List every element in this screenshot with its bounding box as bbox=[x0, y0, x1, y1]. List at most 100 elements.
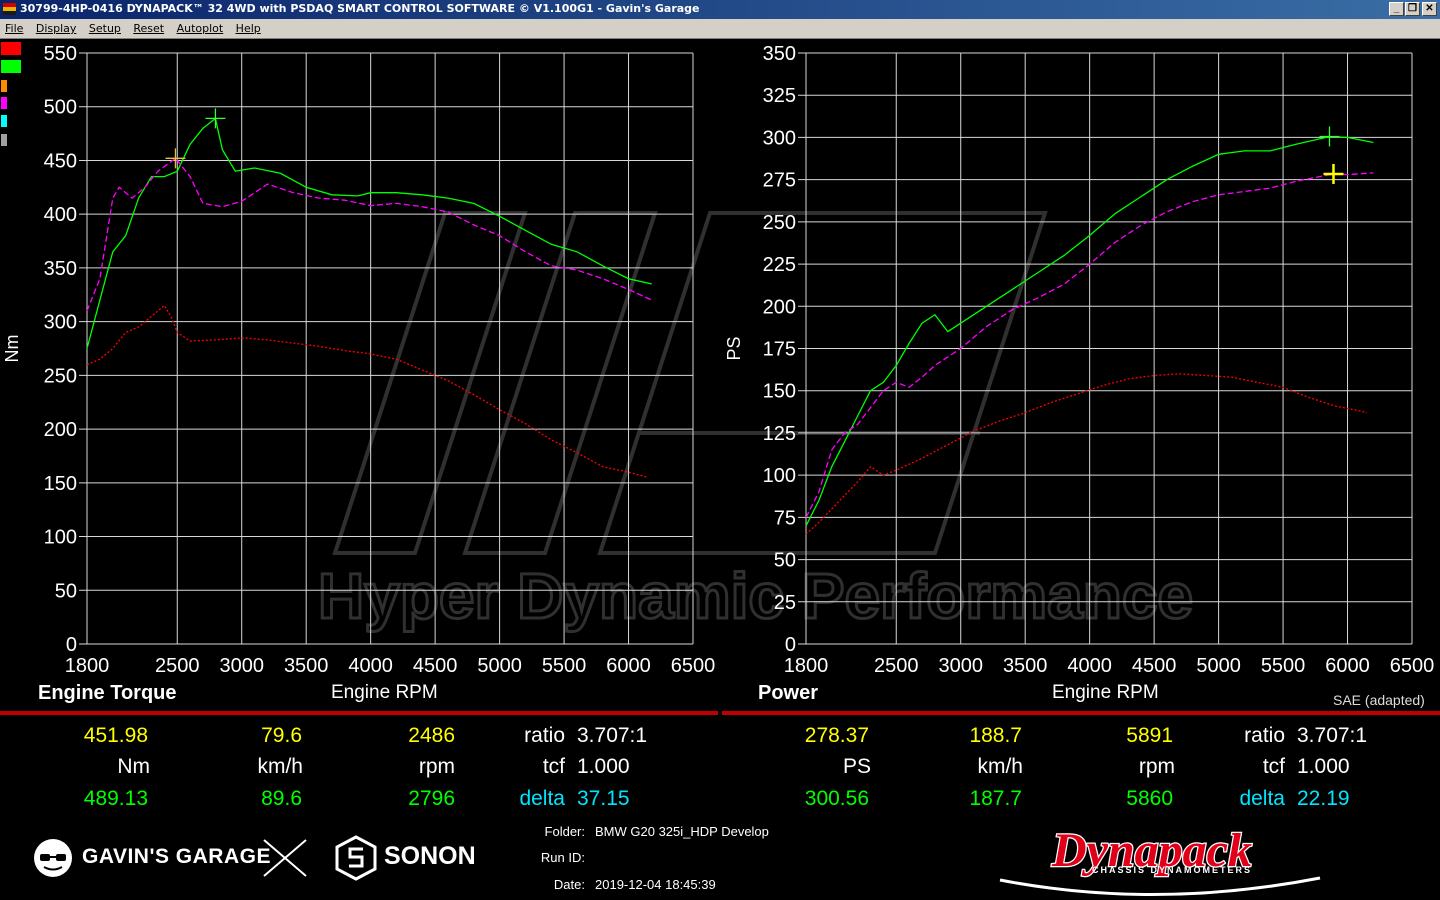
power-ylabel: PS bbox=[724, 336, 744, 360]
torque-xtick-label: 6000 bbox=[606, 655, 651, 677]
power-ytick-label: 225 bbox=[763, 254, 796, 276]
runid-label: Run ID: bbox=[540, 850, 585, 865]
torque-current-speed: 79.6 bbox=[261, 724, 302, 747]
power-delta-value: 22.19 bbox=[1297, 787, 1350, 810]
torque-ytick-label: 300 bbox=[44, 312, 77, 334]
power-ytick-label: 350 bbox=[763, 43, 796, 65]
power-ytick-label: 0 bbox=[785, 634, 796, 656]
torque-separator bbox=[0, 711, 718, 715]
power-xtick-label: 1800 bbox=[784, 655, 829, 677]
date-label: Date: bbox=[553, 877, 585, 892]
minimize-button[interactable]: _ bbox=[1389, 2, 1404, 16]
torque-xtick-label: 1800 bbox=[65, 655, 110, 677]
torque-xtick-label: 6500 bbox=[671, 655, 716, 677]
power-xtick-label: 4000 bbox=[1067, 655, 1112, 677]
power-ytick-label: 125 bbox=[763, 423, 796, 445]
window-title: 30799-4HP-0416 DYNAPACK™ 32 4WD with PSD… bbox=[20, 2, 700, 15]
menu-setup[interactable]: Setup bbox=[84, 20, 124, 35]
torque-xtick-label: 3500 bbox=[284, 655, 329, 677]
gavins-garage-logo-icon bbox=[34, 839, 72, 877]
torque-ratio-value: 3.707:1 bbox=[577, 724, 648, 747]
torque-xlabel: Engine RPM bbox=[331, 682, 438, 703]
power-xtick-label: 6000 bbox=[1325, 655, 1370, 677]
power-ratio-value: 3.707:1 bbox=[1297, 724, 1368, 747]
folder-value: BMW G20 325i_HDP Develop bbox=[595, 824, 769, 839]
watermark-slash-1 bbox=[332, 211, 528, 555]
torque-ytick-label: 200 bbox=[44, 419, 77, 441]
power-current-speed: 188.7 bbox=[969, 724, 1022, 747]
torque-ytick-label: 500 bbox=[44, 97, 77, 119]
menu-help[interactable]: Help bbox=[231, 20, 264, 35]
torque-ytick-label: 50 bbox=[55, 580, 77, 602]
power-max-speed: 187.7 bbox=[969, 787, 1022, 810]
dynapack-logo: Dynapack CHASSIS DYNAMOMETERS bbox=[999, 823, 1321, 896]
menu-autoplot[interactable]: Autoplot bbox=[172, 20, 227, 35]
power-current-value: 278.37 bbox=[804, 724, 869, 747]
torque-ytick-label: 450 bbox=[44, 150, 77, 172]
torque-xtick-label: 3000 bbox=[219, 655, 264, 677]
torque-xtick-label: 4500 bbox=[413, 655, 458, 677]
menu-display[interactable]: Display bbox=[31, 20, 80, 35]
torque-xtick-label: 4000 bbox=[348, 655, 393, 677]
torque-xtick-label: 5000 bbox=[477, 655, 522, 677]
power-xtick-label: 2500 bbox=[874, 655, 919, 677]
title-bar: 30799-4HP-0416 DYNAPACK™ 32 4WD with PSD… bbox=[0, 0, 1440, 19]
power-xlabel: Engine RPM bbox=[1052, 682, 1159, 703]
date-value: 2019-12-04 18:45:39 bbox=[595, 877, 716, 892]
power-xtick-label: 5000 bbox=[1196, 655, 1241, 677]
rpm-unit: rpm bbox=[418, 755, 455, 778]
torque-current-rpm: 2486 bbox=[408, 724, 455, 747]
torque-delta-label: delta bbox=[519, 787, 565, 810]
torque-tcf-label: tcf bbox=[542, 755, 565, 778]
watermark-slash-2 bbox=[462, 211, 658, 555]
torque-delta-value: 37.15 bbox=[577, 787, 630, 810]
torque-current-value: 451.98 bbox=[83, 724, 148, 747]
power-max-value: 300.56 bbox=[804, 787, 869, 810]
folder-label: Folder: bbox=[544, 824, 585, 839]
power-ytick-label: 175 bbox=[763, 339, 796, 361]
power-tcf-value: 1.000 bbox=[1297, 755, 1350, 778]
power-ytick-label: 25 bbox=[774, 592, 796, 614]
power-xtick-label: 5500 bbox=[1261, 655, 1306, 677]
power-ratio-label: ratio bbox=[1244, 724, 1285, 747]
sae-note: SAE (adapted) bbox=[1333, 692, 1425, 708]
torque-ratio-label: ratio bbox=[524, 724, 565, 747]
power-delta-label: delta bbox=[1239, 787, 1285, 810]
torque-tcf-value: 1.000 bbox=[577, 755, 630, 778]
torque-xtick-label: 2500 bbox=[155, 655, 200, 677]
torque-ytick-label: 100 bbox=[44, 527, 77, 549]
torque-max-speed: 89.6 bbox=[261, 787, 302, 810]
torque-ytick-label: 350 bbox=[44, 258, 77, 280]
dyno-charts: Hyper Dynamic Performance 1800 2500 3000 35… bbox=[0, 43, 1440, 715]
close-button[interactable]: ✕ bbox=[1422, 2, 1437, 16]
power-current-rpm: 5891 bbox=[1126, 724, 1173, 747]
app-icon bbox=[3, 3, 16, 15]
torque-max-value: 489.13 bbox=[83, 787, 148, 810]
power-ytick-label: 150 bbox=[763, 381, 796, 403]
power-ytick-label: 300 bbox=[763, 127, 796, 149]
torque-ytick-label: 150 bbox=[44, 473, 77, 495]
sonon-logo: SONON bbox=[384, 842, 476, 870]
gavins-garage-logo: GAVIN'S GARAGE bbox=[82, 845, 271, 868]
power-xtick-label: 3500 bbox=[1003, 655, 1048, 677]
power-ytick-label: 200 bbox=[763, 296, 796, 318]
restore-button[interactable]: ❐ bbox=[1405, 2, 1420, 16]
torque-max-rpm: 2796 bbox=[408, 787, 455, 810]
menu-bar: File Display Setup Reset Autoplot Help bbox=[0, 19, 1440, 39]
power-separator bbox=[722, 711, 1440, 715]
power-tcf-label: tcf bbox=[1262, 755, 1285, 778]
torque-ytick-label: 250 bbox=[44, 365, 77, 387]
hdp-watermark: Hyper Dynamic Performance bbox=[317, 211, 1195, 634]
torque-ytick-label: 550 bbox=[44, 43, 77, 65]
menu-reset[interactable]: Reset bbox=[128, 20, 167, 35]
power-max-rpm: 5860 bbox=[1126, 787, 1173, 810]
power-xtick-label: 6500 bbox=[1390, 655, 1435, 677]
power-ytick-label: 50 bbox=[774, 550, 796, 572]
torque-xtick-label: 5500 bbox=[542, 655, 587, 677]
power-unit: PS bbox=[842, 755, 871, 778]
torque-unit: Nm bbox=[117, 755, 150, 778]
menu-file[interactable]: File bbox=[0, 20, 26, 35]
torque-ylabel: Nm bbox=[2, 335, 22, 363]
power-ytick-label: 250 bbox=[763, 212, 796, 234]
power-ytick-label: 75 bbox=[774, 507, 796, 529]
